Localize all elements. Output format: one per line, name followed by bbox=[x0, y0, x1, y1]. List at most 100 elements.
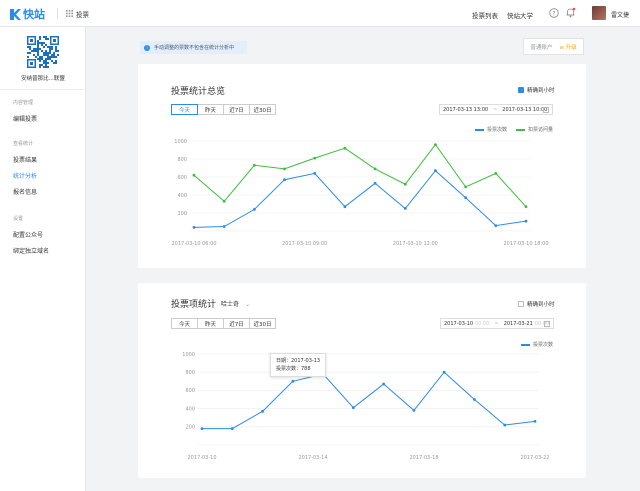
nav-link-vote-list[interactable]: 投票列表 bbox=[472, 10, 498, 20]
avatar[interactable] bbox=[592, 6, 606, 20]
data-point bbox=[494, 172, 498, 175]
qr-module bbox=[39, 58, 41, 60]
qr-finder-core bbox=[53, 39, 56, 42]
qr-module bbox=[35, 48, 37, 50]
qr-module bbox=[49, 52, 51, 54]
sidebar-item-signup-info[interactable]: 报名信息 bbox=[13, 187, 37, 196]
sidebar-divider bbox=[0, 89, 86, 90]
y-tick-label: 600 bbox=[185, 388, 195, 394]
qr-module bbox=[55, 56, 57, 58]
range-today-button[interactable]: 今天 bbox=[171, 104, 198, 115]
qr-module bbox=[55, 48, 57, 50]
data-point bbox=[230, 427, 234, 431]
plan-label: 普通账户 bbox=[530, 44, 553, 51]
data-point bbox=[222, 199, 226, 203]
username[interactable]: 雷文捷 bbox=[611, 10, 629, 19]
qr-module bbox=[37, 58, 39, 60]
svg-text:?: ? bbox=[552, 10, 555, 17]
data-point bbox=[434, 143, 437, 146]
qr-module bbox=[45, 54, 47, 56]
qr-module bbox=[47, 58, 49, 60]
y-tick-label: 600 bbox=[177, 175, 187, 181]
qr-module bbox=[49, 50, 51, 52]
bell-icon[interactable] bbox=[565, 7, 576, 18]
data-point bbox=[434, 169, 437, 173]
qr-finder-core bbox=[30, 62, 33, 65]
data-point bbox=[192, 226, 196, 229]
qr-module bbox=[29, 48, 31, 50]
sidebar-item-vote-results[interactable]: 投票结果 bbox=[13, 155, 37, 164]
qr-module bbox=[49, 46, 51, 48]
qr-module bbox=[29, 46, 31, 48]
qr-module bbox=[51, 56, 53, 58]
data-point bbox=[403, 182, 407, 186]
data-point bbox=[283, 167, 286, 171]
tooltip-date: 日期：2017-03-13 bbox=[276, 358, 321, 364]
qr-module bbox=[49, 58, 51, 60]
data-point bbox=[222, 225, 226, 228]
qr-module bbox=[41, 50, 43, 52]
data-point bbox=[533, 419, 537, 423]
upgrade-button[interactable]: ≡ 升级 bbox=[559, 43, 576, 51]
help-icon[interactable]: ? bbox=[549, 8, 559, 18]
sidebar-item-stats-analysis[interactable]: 统计分析 bbox=[13, 171, 37, 180]
qr-finder-core bbox=[30, 39, 33, 42]
qr-module bbox=[33, 54, 35, 56]
x-tick-label: 2017-03-10 18:00 bbox=[503, 241, 548, 247]
qr-module bbox=[45, 50, 47, 52]
qr-module bbox=[43, 36, 45, 38]
qr-module bbox=[51, 54, 53, 56]
logo[interactable]: 快站 bbox=[9, 6, 45, 22]
logo-text: 快站 bbox=[23, 8, 45, 21]
qr-module bbox=[43, 66, 45, 68]
series-line bbox=[193, 143, 527, 208]
data-point bbox=[343, 205, 347, 209]
qr-module bbox=[39, 42, 41, 44]
qr-module bbox=[27, 46, 29, 48]
info-banner: i 手动调整的票数不包含在统计分析中 bbox=[140, 41, 247, 54]
qr-module bbox=[39, 56, 41, 58]
qr-module bbox=[29, 52, 31, 54]
qr-module bbox=[37, 46, 39, 48]
y-tick-label: 1000 bbox=[174, 139, 187, 145]
account-name: 安纳普那比...联盟 bbox=[21, 76, 65, 82]
qr-module bbox=[39, 60, 41, 62]
qr-module bbox=[51, 48, 53, 50]
qr-module bbox=[43, 52, 45, 54]
qr-module bbox=[41, 64, 43, 66]
nav-link-university[interactable]: 快站大学 bbox=[507, 10, 533, 20]
x-tick-label: 2017-03-14 bbox=[298, 455, 327, 461]
data-point bbox=[343, 146, 347, 150]
qr-module bbox=[49, 48, 51, 50]
qr-module bbox=[51, 46, 53, 48]
data-point bbox=[524, 219, 528, 223]
x-tick-label: 2017-03-10 06:00 bbox=[171, 241, 216, 247]
apps-grid-icon[interactable] bbox=[66, 10, 73, 17]
qr-module bbox=[47, 62, 49, 64]
overview-line-chart: 1000 800 600 400 200 2017-03-10 06:00 2017-03-… bbox=[171, 139, 548, 247]
data-point bbox=[403, 207, 407, 210]
qr-module bbox=[35, 50, 37, 52]
qr-module bbox=[49, 56, 51, 58]
qr-module bbox=[41, 42, 43, 44]
tooltip-votes: 投票次数：788 bbox=[276, 366, 311, 372]
data-point bbox=[261, 409, 264, 413]
data-point bbox=[283, 178, 286, 182]
qr-module bbox=[43, 46, 45, 48]
qr-module bbox=[39, 36, 41, 38]
data-point bbox=[373, 167, 377, 171]
y-tick-label: 800 bbox=[177, 157, 187, 163]
qr-module bbox=[43, 62, 45, 64]
sidebar-item-bind-domain[interactable]: 绑定独立域名 bbox=[13, 246, 49, 255]
sidebar-item-config-account[interactable]: 配置公众号 bbox=[13, 230, 43, 239]
qr-module bbox=[43, 42, 45, 44]
plan-badge[interactable]: 普通账户 ≡ 升级 bbox=[523, 38, 584, 55]
sidebar-item-edit-vote[interactable]: 编辑投票 bbox=[13, 114, 37, 123]
info-icon: i bbox=[144, 44, 150, 51]
qr-module bbox=[27, 56, 29, 58]
qr-module bbox=[57, 50, 59, 52]
kuaizhan-logo-icon bbox=[10, 8, 21, 20]
y-tick-label: 400 bbox=[185, 406, 195, 412]
qr-code-image bbox=[27, 36, 59, 68]
sidebar-group-stats: 查看统计 bbox=[13, 141, 34, 147]
